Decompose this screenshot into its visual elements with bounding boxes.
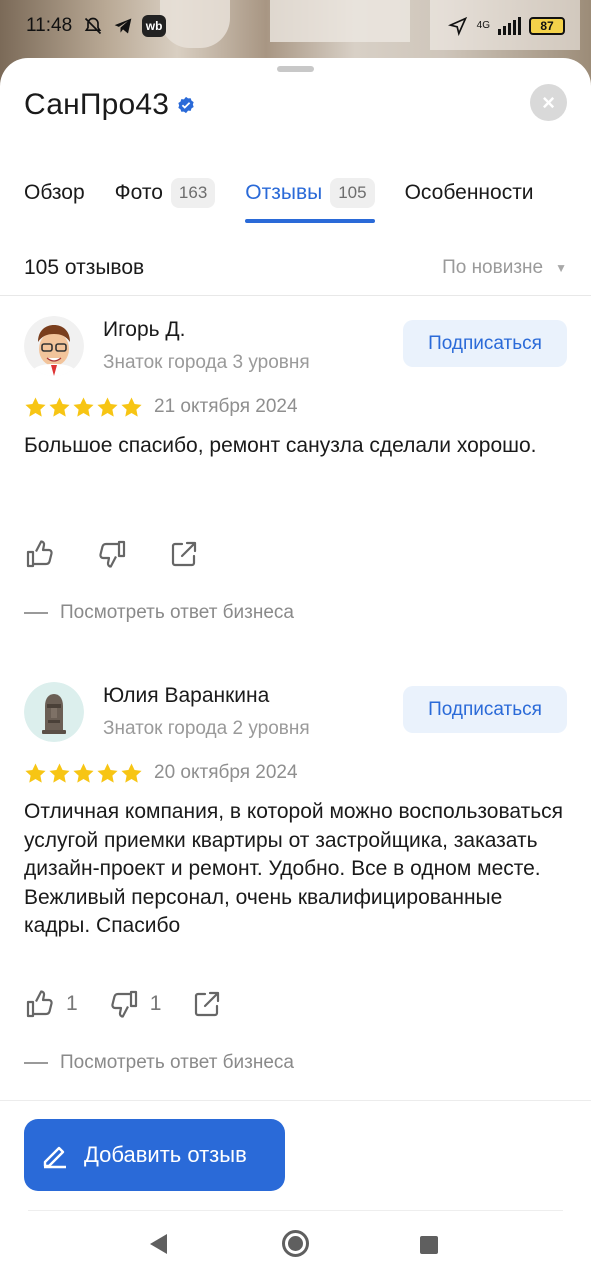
review-text: Большое спасибо, ремонт санузла сделали … (24, 434, 537, 457)
review-author-level: Знаток города 3 уровня (103, 352, 310, 373)
signal-icon (498, 17, 521, 35)
review-actions: 1 1 (24, 988, 253, 1020)
star-icon (73, 397, 94, 417)
share-button[interactable] (191, 988, 223, 1020)
dislike-button[interactable] (96, 538, 138, 570)
sort-dropdown[interactable]: По новизне ▼ (442, 257, 567, 279)
star-icon (25, 763, 46, 783)
divider (0, 295, 591, 296)
subscribe-button[interactable]: Подписаться (403, 320, 567, 367)
tab-overview[interactable]: Обзор (24, 171, 85, 215)
review-author-level: Знаток города 2 уровня (103, 718, 310, 739)
page-title: СанПро43 (24, 88, 195, 122)
star-icon (73, 763, 94, 783)
view-business-reply[interactable]: Посмотреть ответ бизнеса (24, 602, 294, 624)
share-button[interactable] (168, 538, 200, 570)
add-review-label: Добавить отзыв (84, 1142, 247, 1167)
like-icon (26, 990, 53, 1018)
star-icon (49, 397, 70, 417)
review-date: 21 октября 2024 (154, 396, 298, 417)
rating-stars (24, 396, 143, 419)
review-text: Отличная компания, в которой можно воспо… (24, 800, 564, 937)
dislike-count: 1 (149, 992, 162, 1015)
network-type: 4G (476, 20, 490, 31)
tab-label: Фото (114, 181, 163, 204)
tab-label: Отзывы (245, 181, 323, 204)
system-nav-bar (0, 1210, 591, 1280)
dislike-button[interactable]: 1 (108, 988, 162, 1020)
like-count: 1 (66, 992, 78, 1015)
add-review-bar: Добавить отзыв (0, 1100, 591, 1210)
status-time: 11:48 (26, 15, 73, 36)
reply-label: Посмотреть ответ бизнеса (60, 602, 295, 623)
dislike-icon (99, 540, 126, 568)
tabs: Обзор Фото 163 Отзывы 105 Особенности (24, 168, 564, 223)
tab-label: Обзор (24, 181, 85, 204)
battery-icon: 87 (529, 17, 565, 35)
close-icon: × (542, 89, 555, 115)
review-author[interactable]: Юлия Варанкина (103, 684, 269, 708)
mute-icon (82, 15, 104, 37)
star-icon (121, 763, 142, 783)
reviews-count: 105 отзывов (24, 256, 145, 279)
telegram-icon (112, 15, 134, 37)
tab-count-badge: 105 (330, 178, 375, 208)
review-author[interactable]: Игорь Д. (103, 318, 185, 342)
share-icon (195, 991, 220, 1017)
tab-count-badge: 163 (170, 178, 216, 208)
reply-label: Посмотреть ответ бизнеса (60, 1052, 295, 1073)
tab-label: Особенности (404, 181, 534, 204)
tab-features[interactable]: Особенности (405, 171, 534, 215)
tab-photos[interactable]: Фото 163 (115, 171, 216, 215)
chevron-down-icon: ▼ (555, 261, 567, 275)
star-icon (25, 397, 46, 417)
star-icon (121, 397, 142, 417)
pencil-icon (43, 1146, 66, 1169)
avatar[interactable] (24, 682, 84, 742)
tab-reviews[interactable]: Отзывы 105 (245, 171, 375, 223)
dash-icon (24, 1062, 48, 1064)
like-button[interactable] (24, 538, 66, 570)
review-date: 20 октября 2024 (154, 762, 298, 783)
add-review-button[interactable]: Добавить отзыв (24, 1119, 285, 1191)
dash-icon (24, 612, 48, 614)
location-icon (447, 15, 469, 37)
sort-label: По новизне (442, 257, 544, 278)
like-button[interactable]: 1 (24, 988, 78, 1020)
reviews-header: 105 отзывов По новизне ▼ (24, 256, 567, 280)
subscribe-button[interactable]: Подписаться (403, 686, 567, 733)
star-icon (97, 397, 118, 417)
dislike-icon (111, 990, 137, 1018)
home-icon[interactable] (282, 1230, 309, 1257)
star-icon (49, 763, 70, 783)
share-icon (171, 541, 197, 567)
place-card-sheet: СанПро43 × Обзор Фото 163 Отзывы 105 Осо… (0, 58, 591, 1198)
verified-icon (178, 96, 194, 114)
back-icon[interactable] (150, 1234, 167, 1254)
recent-apps-icon[interactable] (420, 1236, 438, 1254)
business-name: СанПро43 (24, 88, 170, 121)
divider (28, 1210, 563, 1211)
review-actions (24, 538, 230, 570)
close-button[interactable]: × (530, 84, 567, 121)
sheet-grabber[interactable] (277, 66, 314, 72)
star-icon (97, 763, 118, 783)
like-icon (26, 540, 53, 568)
status-bar: 11:48 wb 4G 87 (0, 0, 591, 52)
wb-app-icon: wb (142, 15, 167, 37)
rating-stars (24, 762, 143, 785)
avatar[interactable] (24, 316, 84, 376)
view-business-reply[interactable]: Посмотреть ответ бизнеса (24, 1052, 294, 1074)
